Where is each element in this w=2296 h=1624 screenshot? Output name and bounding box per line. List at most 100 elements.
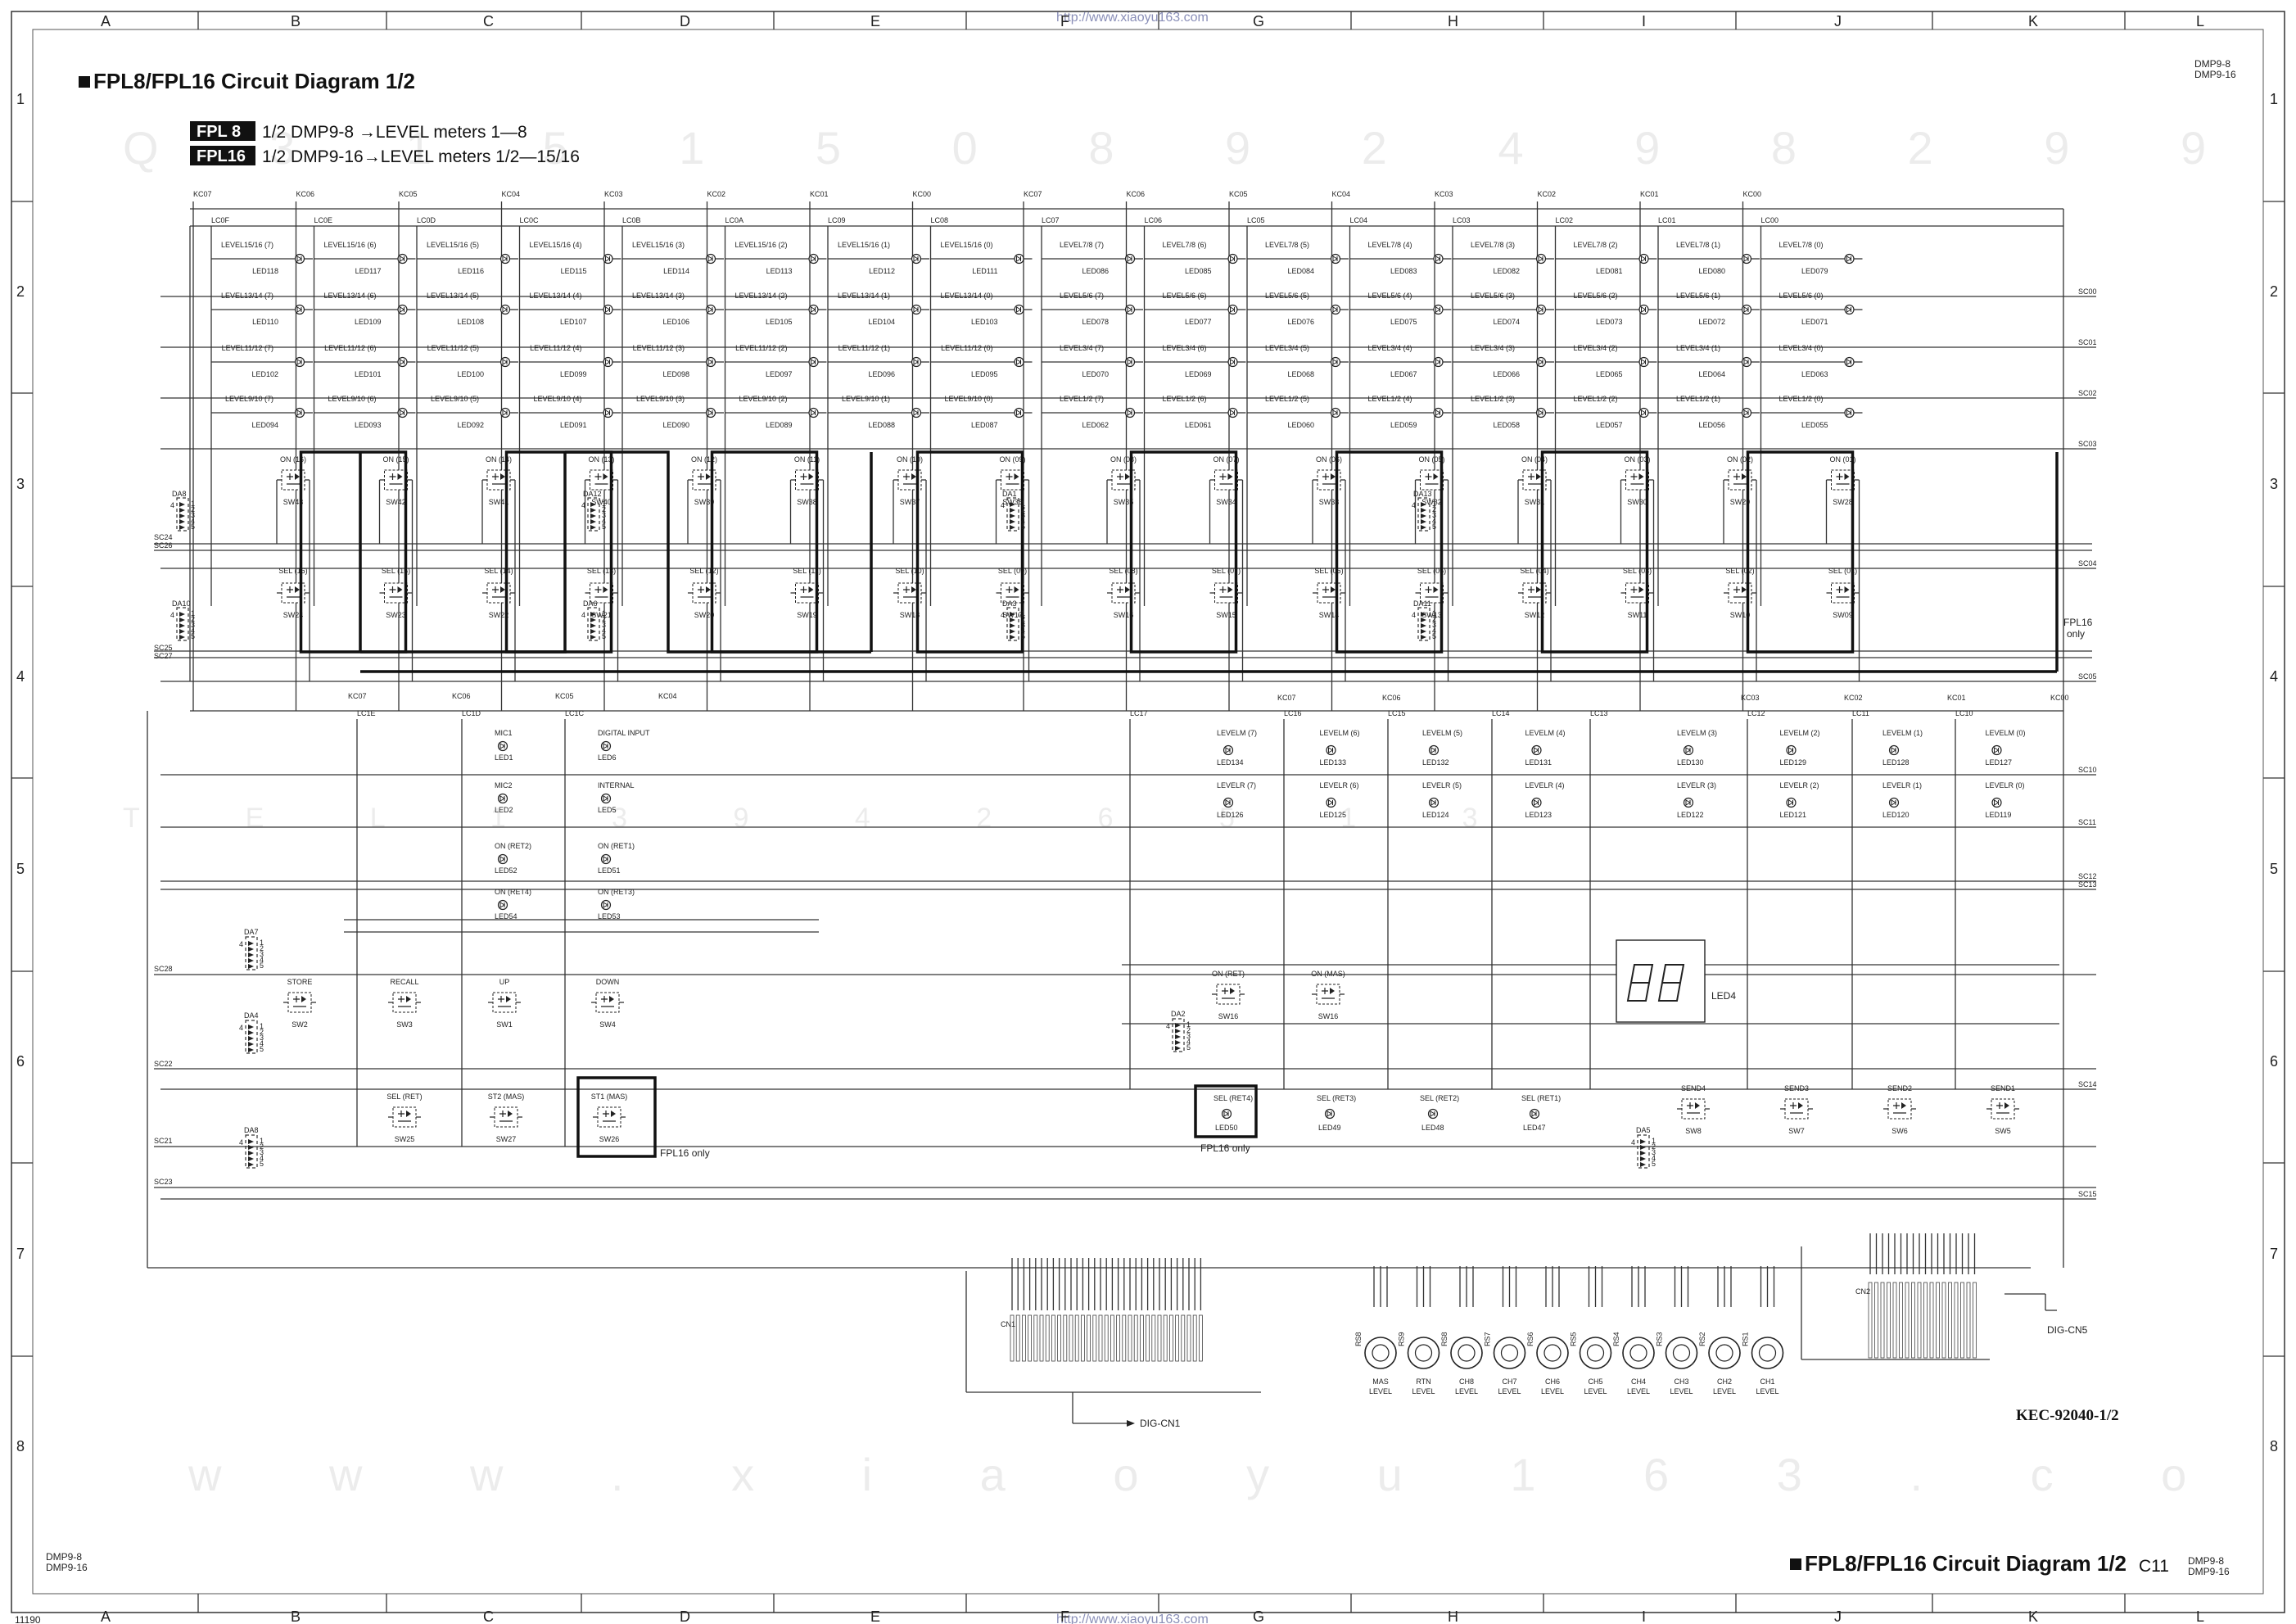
led-icon (1428, 797, 1440, 808)
meter-bot-ref: LED125 (1320, 811, 1347, 819)
meter-top-label: LEVELM (4) (1525, 729, 1566, 737)
url-top: http://www.xiaoyu163.com (1056, 11, 1209, 25)
connector-pin (1098, 1314, 1103, 1362)
diode-array-element (1175, 1046, 1181, 1051)
connector-pin (1936, 1282, 1940, 1359)
switch-icon (1986, 1098, 2019, 1120)
kc-label: KC04 (658, 692, 677, 700)
sel-switch-label: SEL (12) (689, 567, 718, 575)
lc-label: LC13 (1590, 709, 1608, 717)
switch-ref: SW27 (496, 1135, 517, 1143)
on-switch-ref: SW42 (386, 498, 406, 506)
led-ref-label: LED095 (971, 370, 998, 378)
led-circle (911, 304, 922, 315)
led-circle (499, 356, 511, 368)
led-circle (1227, 407, 1238, 418)
led-circle (1638, 304, 1649, 315)
connector-pin (1917, 1282, 1922, 1359)
connector-cn1: CN1 DIG-CN1 (965, 1258, 1261, 1429)
switch-body (492, 992, 517, 1013)
diode-array-pin: 4 (239, 1024, 243, 1032)
grid-row-label-left: 4 (16, 668, 25, 685)
led-icon (1638, 407, 1649, 418)
grid-col-label-top: K (2028, 13, 2038, 29)
switch-label: STORE (287, 978, 313, 986)
display-body (1616, 939, 1706, 1023)
led-icon (497, 793, 508, 804)
led-icon (397, 356, 408, 368)
led-icon (1227, 407, 1238, 418)
led-icon (1529, 1108, 1540, 1120)
switch-ref: SW16 (1218, 1012, 1239, 1020)
meter-top-label: LEVELM (5) (1422, 729, 1462, 737)
led-icon (1433, 304, 1444, 315)
led-icon (1124, 304, 1136, 315)
diode-array-element (590, 635, 596, 640)
led-icon (1683, 797, 1694, 808)
led-icon (1324, 1108, 1336, 1120)
bottom-switch-3: DOWN SW4 (591, 978, 624, 1029)
switch-icon (488, 992, 521, 1013)
led-icon (603, 304, 613, 315)
led-level-label: LEVEL11/12 (5) (427, 344, 479, 352)
knob-3: RS7 CH7LEVEL (1484, 1266, 1526, 1396)
led-icon (1844, 407, 1855, 418)
diode-array-pin: 4 (581, 501, 585, 509)
seven-segment-display: LED4 (1616, 939, 1736, 1023)
connector-pin (1057, 1314, 1061, 1362)
meter-bot-label: LEVELR (0) (1986, 781, 2025, 789)
grid-col-label-top: G (1253, 13, 1264, 29)
led-circle (1844, 304, 1855, 315)
led-ref-label: LED087 (971, 421, 998, 429)
switch-icon (482, 469, 515, 491)
lc-label: LC0C (520, 216, 540, 224)
connector-pin (1074, 1314, 1079, 1362)
led-circle (1221, 1108, 1232, 1120)
grid-col-label-top: F (1060, 13, 1069, 29)
led-level-label: LEVEL3/4 (5) (1265, 344, 1309, 352)
grid-col-label-bottom: G (1253, 1608, 1264, 1624)
switch-body (1316, 984, 1340, 1005)
connector-pin (1960, 1282, 1964, 1359)
led-icon (497, 740, 508, 752)
arrow-icon (1127, 1420, 1135, 1427)
diode-array-pin: 5 (1021, 522, 1025, 531)
knob-label-2: LEVEL (1584, 1387, 1607, 1396)
led-icon (497, 899, 508, 911)
led-icon (294, 304, 305, 315)
display-label: LED4 (1711, 990, 1736, 1002)
diode-array-element (1010, 635, 1015, 640)
bottom-led-switch-matrix: KC07 KC06 KC05 KC04 KC07 KC06 KC03 KC02 KC01 KC00… (154, 692, 2097, 1198)
switch-body (1681, 1098, 1706, 1120)
led-ref-label: LED079 (1801, 267, 1828, 275)
meter-bot-ref: LED119 (1986, 811, 2012, 819)
led-icon (705, 253, 716, 265)
switch-body (1625, 582, 1649, 604)
switch-icon (277, 582, 310, 604)
lc-label: LC1E (357, 709, 376, 717)
led-ref-label: LED077 (1185, 318, 1212, 326)
led-ref-label: LED105 (766, 318, 793, 326)
led-ref-label: LED106 (662, 318, 689, 326)
diode-array-label: DA8 (172, 490, 187, 498)
switch-body (595, 992, 620, 1013)
diode-array-element (248, 947, 254, 952)
led-ref-label: LED057 (1596, 421, 1623, 429)
knob-label-2: LEVEL (1670, 1387, 1693, 1396)
diode-array-body (245, 936, 258, 970)
diode-array-pin: 5 (1021, 632, 1025, 640)
left-led-1: DIGITAL INPUT LED6 (598, 729, 650, 762)
led-ref-label: LED072 (1698, 318, 1725, 326)
diode-array-label: DA12 (583, 490, 602, 498)
led-icon (600, 793, 612, 804)
led-circle (808, 304, 819, 315)
diode-array-pin: 5 (1652, 1160, 1656, 1168)
switch-icon (1724, 582, 1756, 604)
switch-icon (585, 469, 618, 491)
left-led-0: MIC1 LED1 (495, 729, 513, 762)
sel-led-3: SEL (RET1) LED47 (1521, 1094, 1561, 1132)
led-icon (1227, 356, 1238, 368)
switch-body (1625, 469, 1649, 491)
led-circle (603, 304, 613, 315)
grid-col-label-top: A (101, 13, 111, 29)
